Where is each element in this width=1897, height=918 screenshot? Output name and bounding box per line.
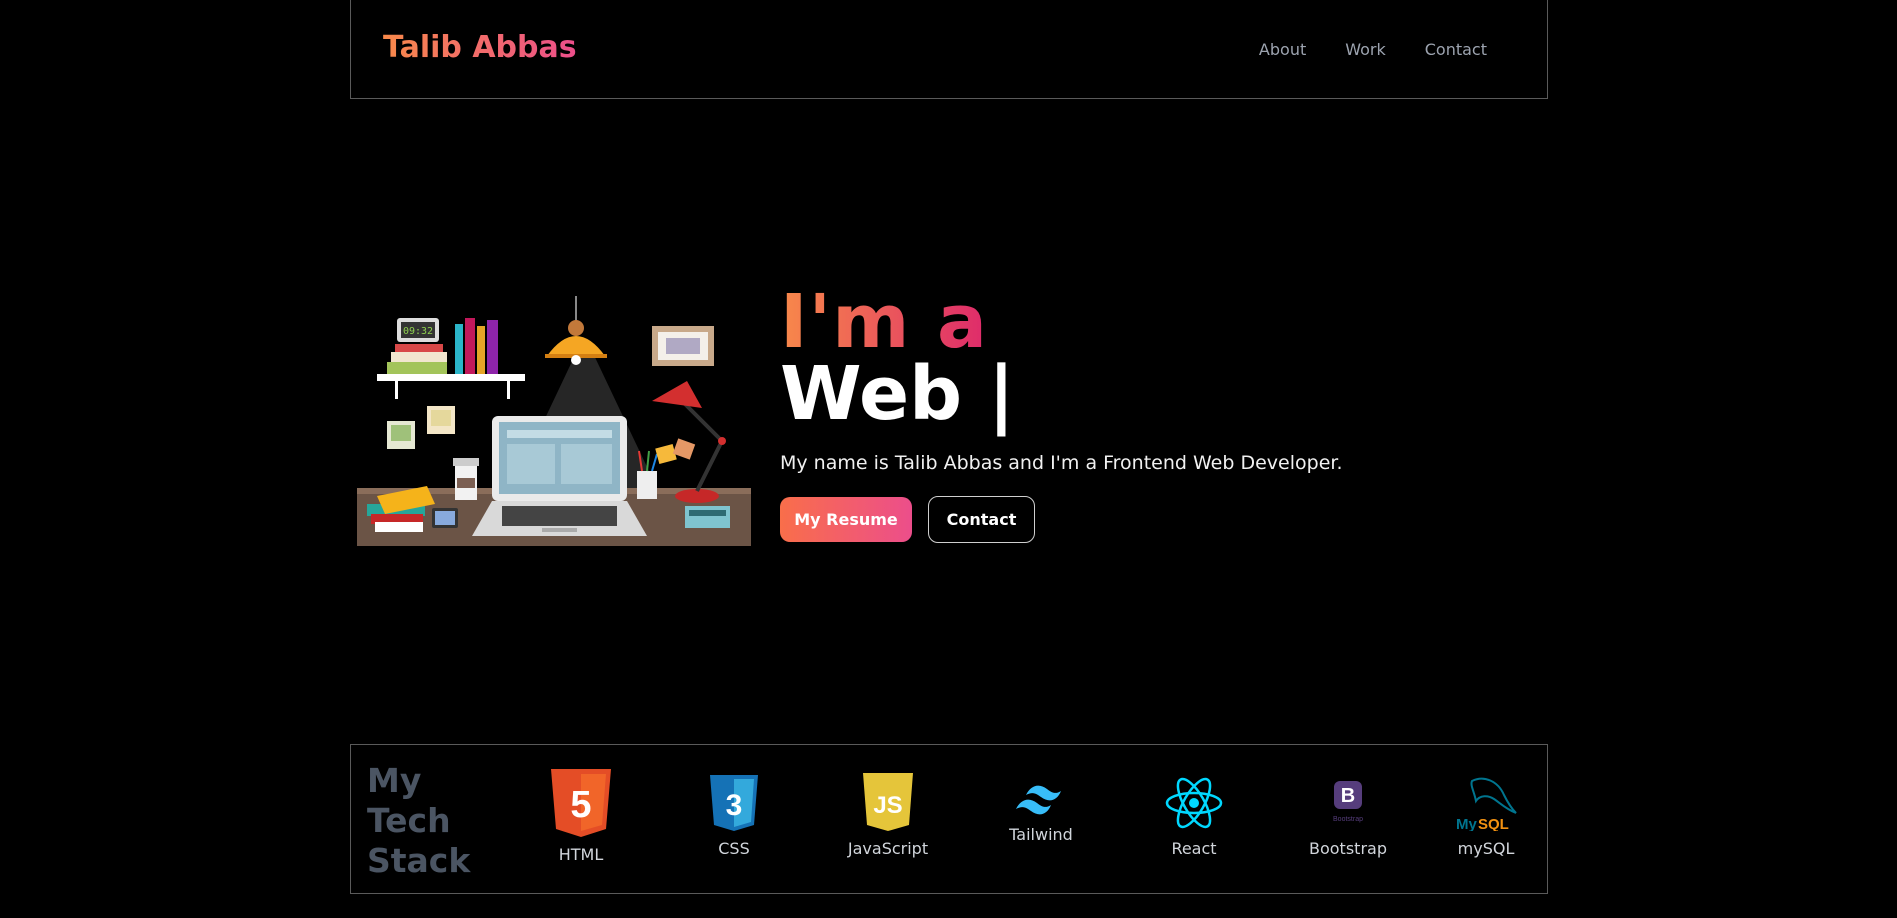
tech-stack-title: My Tech Stack bbox=[367, 761, 471, 880]
svg-text:JS: JS bbox=[873, 792, 902, 819]
tech-label: React bbox=[1171, 839, 1217, 858]
react-icon bbox=[1165, 777, 1223, 829]
tech-label: JavaScript bbox=[847, 839, 929, 858]
tech-bootstrap[interactable]: B Bootstrap Bootstrap bbox=[1288, 779, 1408, 858]
nav-about[interactable]: About bbox=[1259, 40, 1306, 59]
mysql-icon: My SQL bbox=[1456, 777, 1517, 831]
tech-javascript[interactable]: JS JavaScript bbox=[828, 773, 948, 858]
site-logo[interactable]: Talib Abbas bbox=[383, 30, 577, 65]
nav-work[interactable]: Work bbox=[1345, 40, 1386, 59]
tech-css[interactable]: 3 CSS bbox=[674, 775, 794, 858]
svg-text:5: 5 bbox=[570, 784, 591, 826]
tech-stack-section: My Tech Stack 5 HTML 3 CSS JS JavaScript bbox=[350, 744, 1548, 894]
hero-heading-line1: I'm a bbox=[780, 279, 988, 365]
css3-icon: 3 bbox=[710, 775, 758, 831]
bootstrap-icon: B Bootstrap bbox=[1333, 781, 1363, 823]
tech-label: mySQL bbox=[1457, 839, 1515, 858]
tech-tailwind[interactable]: Tailwind bbox=[981, 781, 1101, 844]
clock-display: 09:32 bbox=[403, 326, 433, 337]
tech-label: CSS bbox=[718, 839, 750, 858]
site-header: Talib Abbas About Work Contact bbox=[350, 0, 1548, 99]
contact-button[interactable]: Contact bbox=[928, 496, 1035, 543]
nav-contact[interactable]: Contact bbox=[1425, 40, 1487, 59]
javascript-icon: JS bbox=[863, 773, 913, 831]
svg-text:B: B bbox=[1341, 785, 1355, 807]
html5-icon: 5 bbox=[551, 769, 611, 837]
workspace-illustration: 09:32 bbox=[357, 296, 751, 546]
tech-label: Bootstrap bbox=[1309, 839, 1387, 858]
tech-label: HTML bbox=[558, 845, 604, 864]
hero-heading-line2: Web | bbox=[780, 351, 1015, 437]
svg-text:Bootstrap: Bootstrap bbox=[1333, 816, 1363, 823]
svg-text:SQL: SQL bbox=[1478, 816, 1509, 831]
hero-intro: My name is Talib Abbas and I'm a Fronten… bbox=[780, 452, 1343, 474]
main-nav: About Work Contact bbox=[1259, 40, 1487, 59]
tailwind-icon bbox=[1016, 785, 1061, 815]
tech-react[interactable]: React bbox=[1134, 775, 1254, 858]
tech-label: Tailwind bbox=[1009, 825, 1073, 844]
svg-text:My: My bbox=[1456, 816, 1477, 831]
svg-text:3: 3 bbox=[726, 789, 743, 822]
tech-mysql[interactable]: My SQL mySQL bbox=[1426, 773, 1546, 858]
resume-button[interactable]: My Resume bbox=[780, 497, 912, 542]
tech-html[interactable]: 5 HTML bbox=[521, 769, 641, 864]
